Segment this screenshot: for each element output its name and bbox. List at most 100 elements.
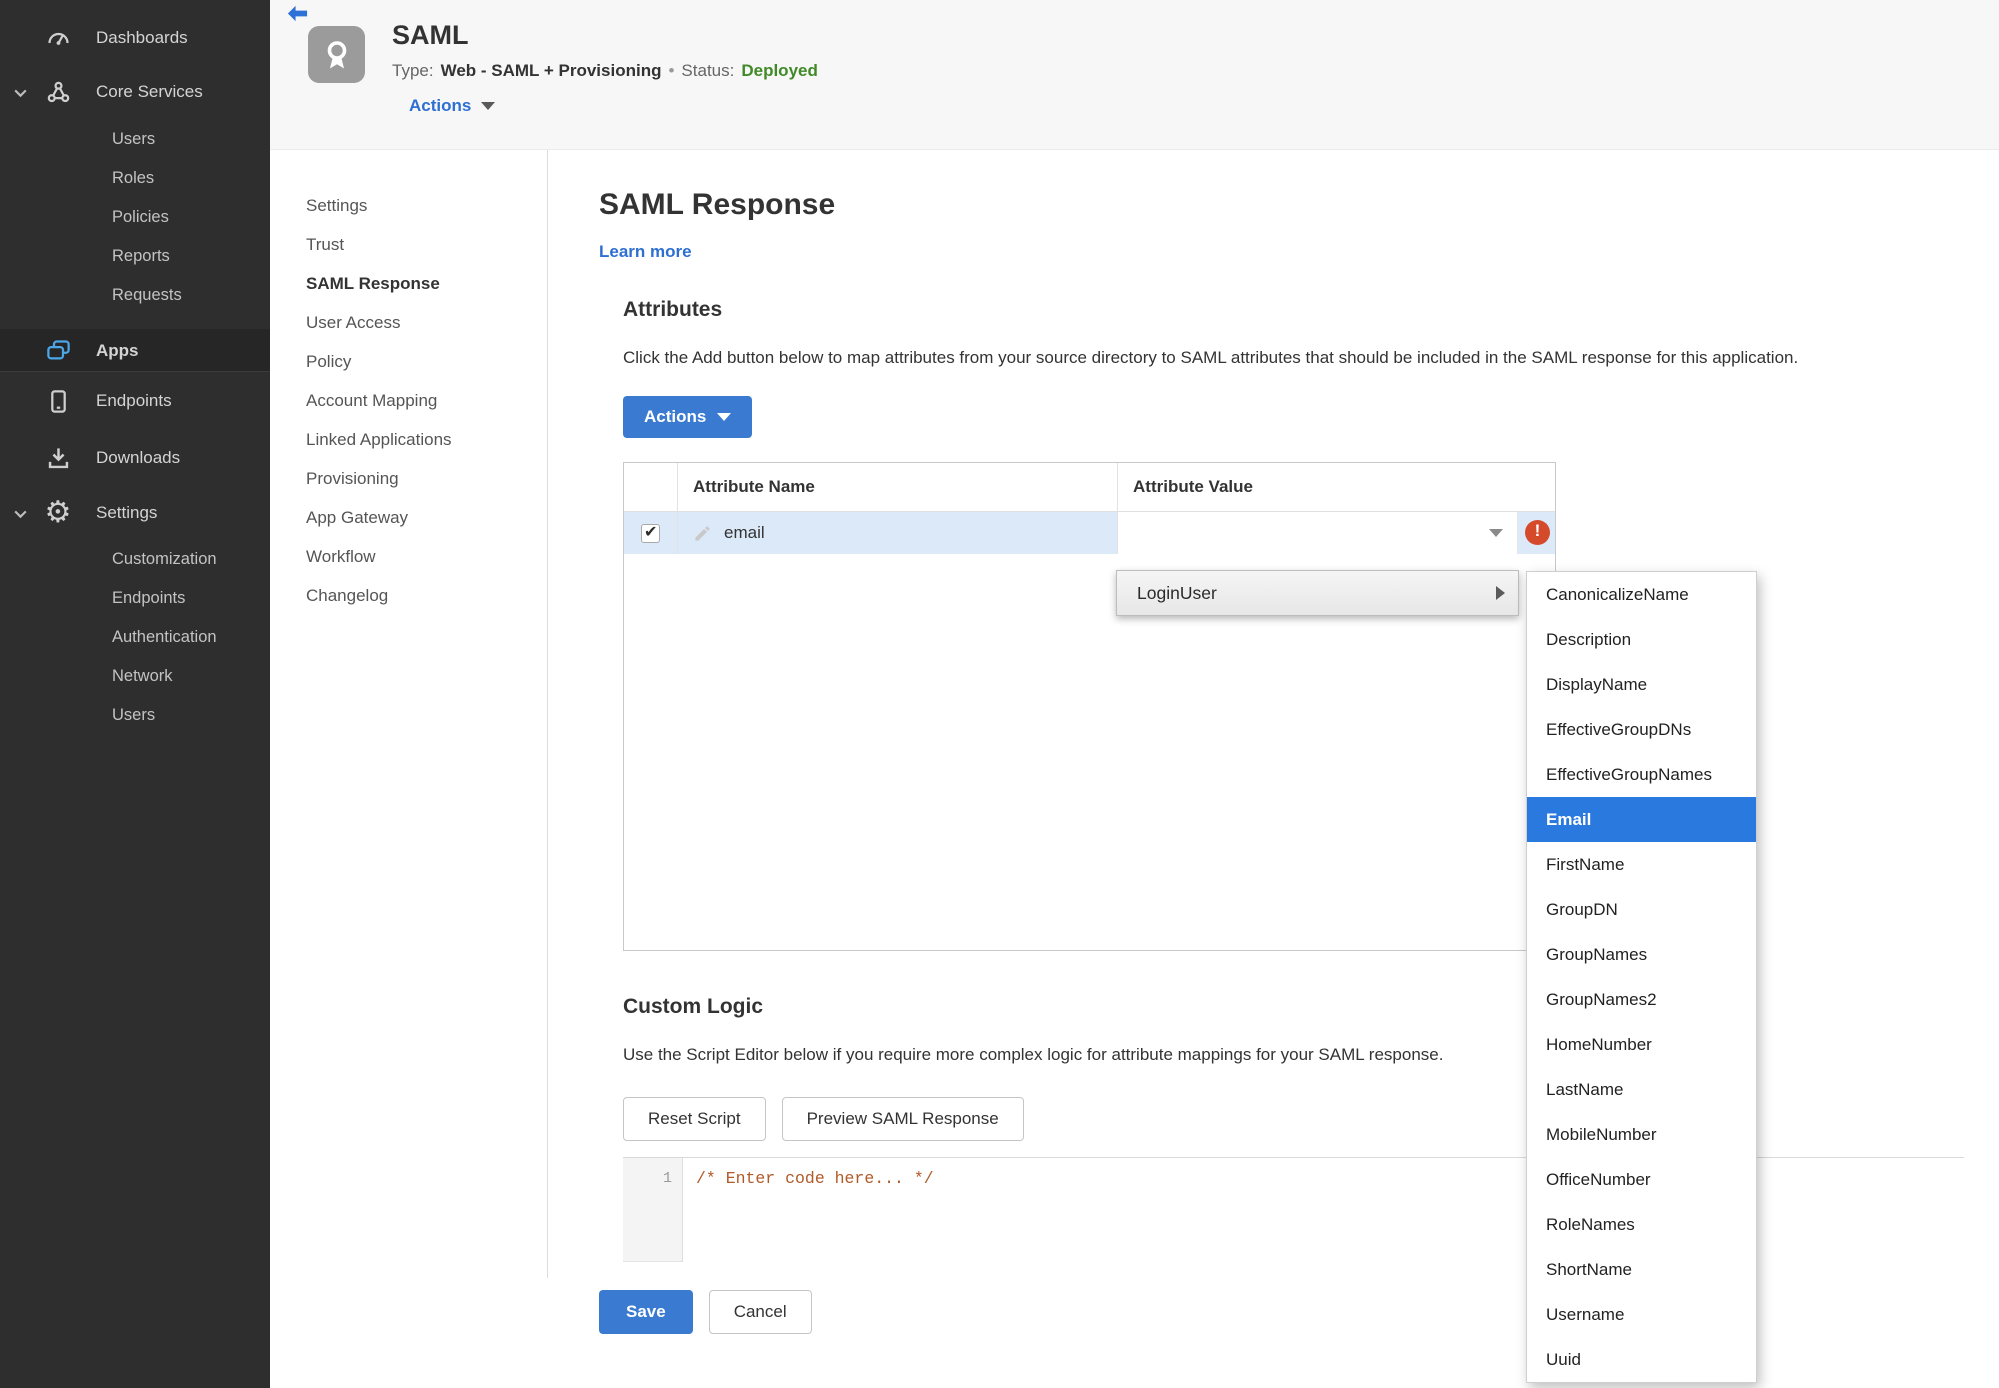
select-column-header — [624, 463, 677, 511]
sidebar-item-core-services[interactable]: Core Services — [0, 64, 270, 120]
attributes-actions-button[interactable]: Actions — [623, 396, 753, 438]
submenu-item[interactable]: GroupDN — [1527, 887, 1756, 932]
attribute-value-context-menu[interactable]: LoginUser — [1116, 570, 1519, 616]
subnav-item-policy[interactable]: Policy — [270, 342, 547, 381]
sidebar-item-authentication[interactable]: Authentication — [0, 618, 270, 657]
sidebar-item-label: Endpoints — [96, 391, 172, 410]
caret-down-icon — [481, 102, 496, 110]
subnav-item-saml-response[interactable]: SAML Response — [270, 264, 547, 303]
subnav-item-settings[interactable]: Settings — [270, 186, 547, 225]
submenu-item[interactable]: GroupNames2 — [1527, 977, 1756, 1022]
sidebar-item-label: Apps — [96, 340, 139, 360]
context-menu-item-loginuser[interactable]: LoginUser — [1137, 583, 1217, 604]
subnav-item-linked-applications[interactable]: Linked Applications — [270, 420, 547, 459]
editor-gutter: 1 — [623, 1158, 683, 1262]
save-button[interactable]: Save — [599, 1290, 693, 1334]
app-meta: Type: Web - SAML + Provisioning • Status… — [392, 61, 818, 81]
custom-logic-heading: Custom Logic — [623, 995, 763, 1018]
sidebar-item-apps[interactable]: Apps — [0, 329, 270, 372]
sidebar-item-downloads[interactable]: Downloads — [0, 430, 270, 486]
row-select-cell — [624, 512, 677, 554]
header-actions-button[interactable]: Actions — [409, 96, 818, 116]
tablet-icon — [44, 388, 72, 415]
table-row[interactable]: email — [624, 512, 1555, 554]
core-services-icon — [44, 79, 72, 106]
sidebar-item-endpoints[interactable]: Endpoints — [0, 372, 270, 430]
column-header-attribute-value: Attribute Value — [1117, 463, 1555, 511]
sidebar-item-label: Endpoints — [112, 589, 186, 607]
sidebar-item-label: Roles — [112, 169, 155, 187]
sidebar-item-users[interactable]: Users — [0, 120, 270, 159]
subnav-item-account-mapping[interactable]: Account Mapping — [270, 381, 547, 420]
sidebar-item-label: Authentication — [112, 628, 217, 646]
submenu-item[interactable]: Description — [1527, 617, 1756, 662]
subnav-item-changelog[interactable]: Changelog — [270, 576, 547, 615]
submenu-item[interactable]: DisplayName — [1527, 662, 1756, 707]
subnav-item-provisioning[interactable]: Provisioning — [270, 459, 547, 498]
back-arrow-icon[interactable] — [286, 2, 309, 30]
submenu-item[interactable]: GroupNames — [1527, 932, 1756, 977]
sidebar-item-label: Downloads — [96, 448, 181, 467]
page-title: SAML Response — [599, 188, 836, 221]
sidebar-item-dashboards[interactable]: Dashboards — [0, 12, 270, 64]
app-icon — [308, 26, 365, 83]
row-checkbox[interactable] — [641, 522, 660, 543]
learn-more-link[interactable]: Learn more — [599, 242, 692, 262]
chevron-down-icon — [12, 84, 29, 101]
editor-code-area[interactable]: /* Enter code here... */ — [683, 1158, 1964, 1262]
edit-pencil-icon[interactable] — [693, 524, 712, 543]
submenu-item[interactable]: CanonicalizeName — [1527, 572, 1756, 617]
cancel-button[interactable]: Cancel — [708, 1290, 812, 1334]
submenu-item[interactable]: FirstName — [1527, 842, 1756, 887]
submenu-item[interactable]: EffectiveGroupNames — [1527, 752, 1756, 797]
sidebar-item-settings-users[interactable]: Users — [0, 696, 270, 735]
attribute-name-value: email — [724, 523, 765, 542]
sidebar-item-policies[interactable]: Policies — [0, 198, 270, 237]
submenu-item[interactable]: LastName — [1527, 1067, 1756, 1112]
subnav-item-workflow[interactable]: Workflow — [270, 537, 547, 576]
submenu-item[interactable]: EffectiveGroupDNs — [1527, 707, 1756, 752]
preview-saml-response-button[interactable]: Preview SAML Response — [781, 1097, 1024, 1141]
sidebar-item-settings-endpoints[interactable]: Endpoints — [0, 579, 270, 618]
caret-down-icon — [717, 413, 732, 421]
sidebar-item-label: Network — [112, 667, 173, 685]
type-value: Web - SAML + Provisioning — [440, 61, 662, 80]
sidebar-item-network[interactable]: Network — [0, 657, 270, 696]
reset-script-button[interactable]: Reset Script — [623, 1097, 766, 1141]
script-editor[interactable]: 1 /* Enter code here... */ — [623, 1157, 1964, 1262]
subnav-item-user-access[interactable]: User Access — [270, 303, 547, 342]
submenu-item[interactable]: HomeNumber — [1527, 1022, 1756, 1067]
subnav-item-app-gateway[interactable]: App Gateway — [270, 498, 547, 537]
sidebar-item-label: Policies — [112, 208, 169, 226]
app-subnav: Settings Trust SAML Response User Access… — [270, 150, 548, 1278]
sidebar-item-label: Customization — [112, 550, 217, 568]
app-header: SAML Type: Web - SAML + Provisioning • S… — [270, 0, 1999, 150]
custom-logic-buttons: Reset Script Preview SAML Response — [623, 1097, 1969, 1141]
apps-icon — [44, 337, 72, 364]
submenu-item[interactable]: Username — [1527, 1292, 1756, 1337]
submenu-item[interactable]: OfficeNumber — [1527, 1157, 1756, 1202]
caret-down-icon — [1489, 529, 1503, 537]
form-actions: Save Cancel — [599, 1290, 1969, 1334]
submenu-item[interactable]: RoleNames — [1527, 1202, 1756, 1247]
sidebar-item-requests[interactable]: Requests — [0, 276, 270, 315]
gauge-icon — [44, 25, 72, 52]
sidebar-item-label: Settings — [96, 503, 158, 522]
submenu-item[interactable]: MobileNumber — [1527, 1112, 1756, 1157]
code-comment: /* Enter code here... */ — [696, 1169, 934, 1188]
submenu-item[interactable]: ShortName — [1527, 1247, 1756, 1292]
submenu-item-email-selected[interactable]: Email — [1527, 797, 1756, 842]
sidebar-item-customization[interactable]: Customization — [0, 540, 270, 579]
submenu-item[interactable]: Uuid — [1527, 1337, 1756, 1382]
attributes-description: Click the Add button below to map attrib… — [623, 348, 1799, 367]
main-content: SAML Response Learn more Attributes Clic… — [548, 150, 1999, 1388]
status-label: Status: — [681, 61, 735, 80]
subnav-item-trust[interactable]: Trust — [270, 225, 547, 264]
attribute-value-dropdown[interactable] — [1118, 512, 1518, 554]
gear-icon — [44, 498, 72, 528]
sidebar-item-reports[interactable]: Reports — [0, 237, 270, 276]
sidebar-item-roles[interactable]: Roles — [0, 159, 270, 198]
sidebar-item-label: Users — [112, 130, 156, 148]
attributes-table: Attribute Name Attribute Value email — [623, 462, 1556, 951]
sidebar-item-settings[interactable]: Settings — [0, 486, 270, 540]
